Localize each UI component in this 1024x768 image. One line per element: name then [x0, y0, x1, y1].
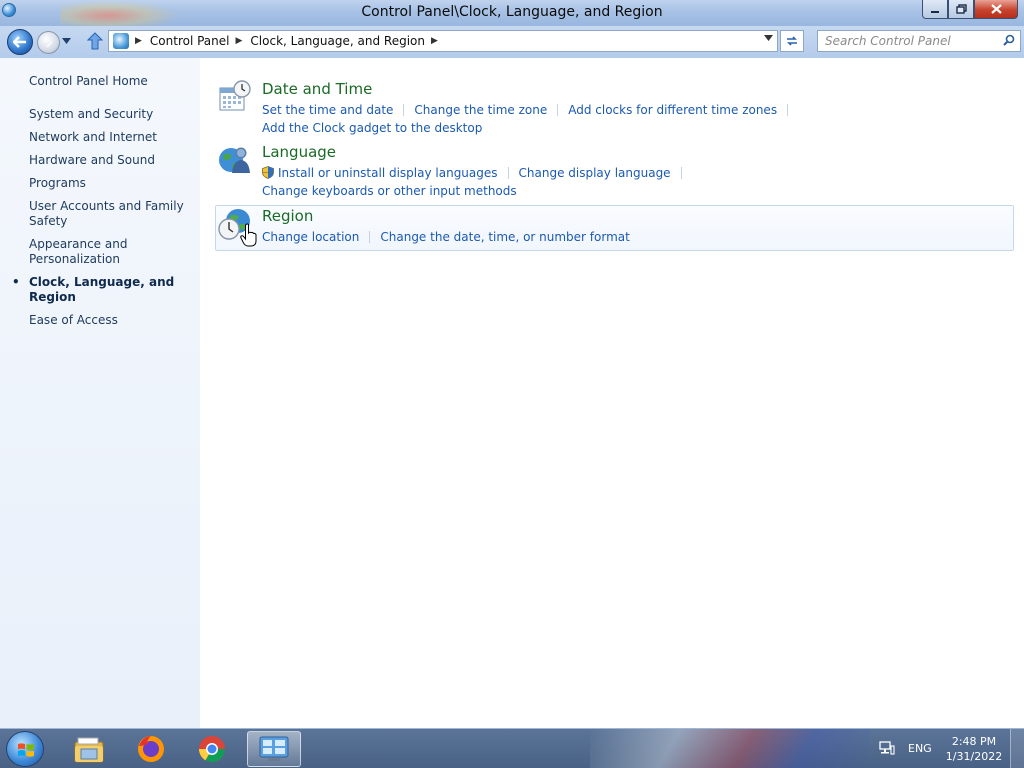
breadcrumb-clock-language-region[interactable]: Clock, Language, and Region	[250, 34, 425, 48]
sidebar-item-programs[interactable]: Programs	[29, 176, 194, 191]
refresh-button[interactable]	[780, 30, 804, 52]
sidebar: Control Panel Home System and Security N…	[0, 58, 200, 728]
close-button[interactable]	[974, 0, 1018, 19]
start-button[interactable]	[6, 731, 44, 767]
search-box[interactable]	[817, 30, 1021, 52]
sidebar-item-system-security[interactable]: System and Security	[29, 107, 194, 122]
taskbar-chrome[interactable]	[185, 731, 239, 767]
breadcrumb-separator-icon[interactable]: ▶	[236, 36, 243, 46]
breadcrumb-separator-icon[interactable]: ▶	[135, 36, 142, 46]
close-icon	[990, 4, 1002, 14]
refresh-icon	[787, 36, 797, 46]
taskbar-control-panel[interactable]	[247, 731, 301, 767]
restore-icon	[955, 4, 967, 14]
calendar-clock-icon[interactable]	[218, 80, 252, 114]
breadcrumb-separator-icon[interactable]: ▶	[431, 36, 438, 46]
back-button[interactable]	[7, 29, 33, 55]
category-links: Set the time and date Change the time zon…	[262, 101, 1002, 137]
taskbar-windows-explorer[interactable]	[62, 731, 116, 767]
link-separator	[403, 104, 405, 116]
navigation-bar: ▶ Control Panel ▶ Clock, Language, and R…	[0, 26, 1024, 58]
language-globe-icon[interactable]	[218, 143, 252, 177]
arrow-right-icon	[46, 37, 53, 48]
taskbar-firefox[interactable]	[124, 731, 178, 767]
window-controls	[922, 0, 1018, 19]
firefox-icon	[138, 736, 164, 762]
minimize-icon	[931, 11, 939, 13]
address-dropdown-button[interactable]	[764, 34, 773, 44]
recent-pages-dropdown[interactable]	[62, 37, 71, 47]
clock-date: 1/31/2022	[945, 750, 1003, 763]
language-indicator[interactable]: ENG	[908, 742, 932, 755]
system-clock[interactable]: 2:48 PM 1/31/2022	[944, 734, 1004, 764]
clock-time: 2:48 PM	[951, 735, 997, 748]
category-date-time: Date and Time Set the time and date Chang…	[214, 80, 1014, 136]
sidebar-item-hardware-sound[interactable]: Hardware and Sound	[29, 153, 194, 168]
wallpaper-peek	[590, 729, 870, 768]
uac-shield-icon	[262, 166, 274, 179]
change-date-time-number-format-link[interactable]: Change the date, time, or number format	[380, 230, 629, 244]
set-time-date-link[interactable]: Set the time and date	[262, 103, 393, 117]
category-title[interactable]: Region	[262, 207, 313, 225]
link-separator	[787, 104, 789, 116]
minimize-button[interactable]	[922, 0, 948, 19]
restore-button[interactable]	[948, 0, 974, 19]
chevron-down-icon	[764, 35, 773, 41]
window-title: Control Panel\Clock, Language, and Regio…	[361, 4, 663, 20]
chevron-down-icon	[62, 38, 71, 44]
change-time-zone-link[interactable]: Change the time zone	[414, 103, 547, 117]
content-pane: Date and Time Set the time and date Chang…	[200, 58, 1024, 728]
sidebar-item-ease-of-access[interactable]: Ease of Access	[29, 313, 194, 328]
sidebar-item-network-internet[interactable]: Network and Internet	[29, 130, 194, 145]
search-input[interactable]	[825, 34, 995, 48]
arrow-left-icon	[13, 36, 26, 48]
category-links: Change location Change the date, time, or…	[262, 228, 1002, 246]
add-clock-gadget-link[interactable]: Add the Clock gadget to the desktop	[262, 121, 482, 135]
link-separator	[557, 104, 559, 116]
arrow-up-icon	[86, 32, 104, 50]
chrome-icon	[198, 736, 226, 763]
category-language: Language Install or uninstall display la…	[214, 143, 1014, 199]
category-title[interactable]: Language	[262, 143, 336, 161]
windows-logo-icon	[18, 743, 34, 757]
change-location-link[interactable]: Change location	[262, 230, 359, 244]
link-separator	[680, 167, 682, 179]
network-icon[interactable]	[879, 741, 895, 755]
link-separator	[507, 167, 509, 179]
change-display-language-link[interactable]: Change display language	[519, 166, 671, 180]
search-icon[interactable]	[1003, 34, 1015, 46]
address-bar[interactable]: ▶ Control Panel ▶ Clock, Language, and R…	[108, 30, 778, 52]
taskbar: ENG 2:48 PM 1/31/2022	[0, 728, 1024, 768]
control-panel-icon	[259, 736, 289, 761]
category-links: Install or uninstall display languages Ch…	[262, 164, 1002, 200]
change-keyboards-link[interactable]: Change keyboards or other input methods	[262, 184, 517, 198]
category-region: Region Change location Change the date, t…	[214, 207, 1014, 251]
hand-cursor-icon	[240, 223, 257, 247]
link-separator	[369, 231, 371, 243]
sidebar-item-clock-language-region[interactable]: Clock, Language, and Region	[12, 275, 194, 305]
up-button[interactable]	[86, 32, 104, 54]
title-bar: Control Panel\Clock, Language, and Regio…	[0, 0, 1024, 26]
sidebar-item-user-accounts[interactable]: User Accounts and Family Safety	[29, 199, 194, 229]
control-panel-home-link[interactable]: Control Panel Home	[29, 74, 148, 88]
sidebar-category-list: System and Security Network and Internet…	[12, 107, 194, 336]
show-desktop-button[interactable]	[1010, 729, 1024, 768]
forward-button[interactable]	[37, 31, 60, 54]
windows-explorer-icon	[74, 737, 104, 763]
install-display-languages-link[interactable]: Install or uninstall display languages	[278, 166, 498, 180]
sidebar-item-appearance[interactable]: Appearance and Personalization	[29, 237, 194, 267]
breadcrumb-control-panel[interactable]: Control Panel	[150, 34, 230, 48]
category-title[interactable]: Date and Time	[262, 80, 372, 98]
control-panel-icon	[113, 33, 129, 49]
add-clocks-link[interactable]: Add clocks for different time zones	[568, 103, 777, 117]
